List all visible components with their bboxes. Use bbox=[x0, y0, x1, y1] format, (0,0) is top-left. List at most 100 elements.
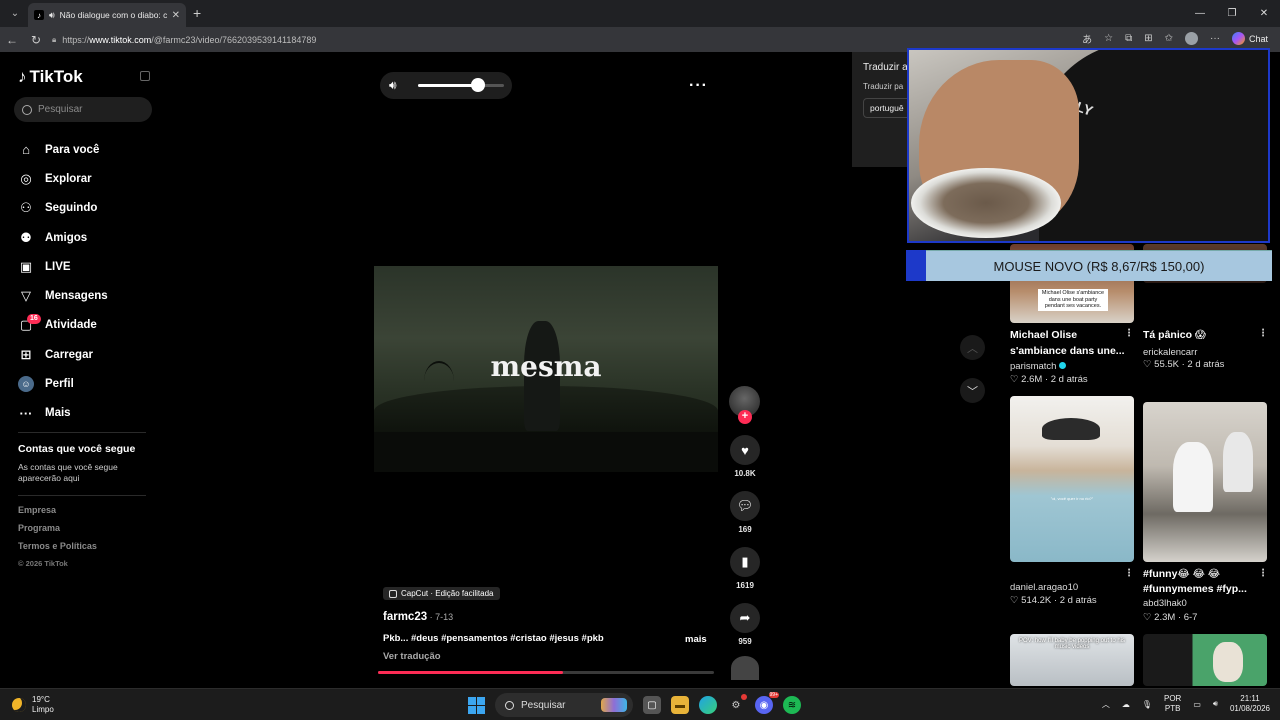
sidebar-item-mais[interactable]: ··· Mais bbox=[18, 399, 108, 428]
minimize-icon[interactable]: — bbox=[1184, 0, 1216, 27]
tray-chevron-up-icon[interactable]: ︿ bbox=[1102, 699, 1110, 710]
sidebar-item-amigos[interactable]: ⚉ Amigos bbox=[18, 223, 108, 252]
favorites-icon[interactable]: ✩ bbox=[1165, 33, 1173, 44]
card-title[interactable]: Michael Olise bbox=[1010, 328, 1077, 343]
extensions-icon[interactable]: ⧉ bbox=[1125, 33, 1132, 44]
collapse-sidebar-icon[interactable] bbox=[140, 71, 150, 81]
card-username[interactable]: abd3lhak0 bbox=[1143, 598, 1187, 609]
thumbnail-person bbox=[1173, 442, 1213, 512]
discord-icon[interactable]: ◉ 99+ bbox=[755, 692, 779, 714]
search-input[interactable]: Pesquisar bbox=[14, 97, 152, 122]
next-creator-avatar[interactable] bbox=[731, 656, 759, 680]
browser-tab[interactable]: ♪ 🔊︎ Não dialogue com o diabo: c ✕ bbox=[28, 3, 186, 27]
card-stats: ♡ 2.6M · 2 d atrás bbox=[1010, 374, 1088, 385]
lock-icon[interactable]: 🔒︎ bbox=[52, 35, 56, 45]
video-thumbnail[interactable] bbox=[1143, 634, 1267, 686]
see-translation-link[interactable]: Ver tradução bbox=[383, 651, 441, 662]
taskbar-search[interactable]: Pesquisar bbox=[495, 693, 633, 717]
file-explorer-icon[interactable]: ▬ bbox=[671, 696, 689, 714]
back-icon[interactable]: ← bbox=[0, 33, 24, 47]
tray-app-icon[interactable]: ☁ bbox=[1122, 700, 1130, 709]
sidebar-item-explorar[interactable]: ◎ Explorar bbox=[18, 164, 108, 193]
close-window-icon[interactable]: ✕ bbox=[1248, 0, 1280, 27]
card-username[interactable]: daniel.aragao10 bbox=[1010, 582, 1078, 593]
card-more-icon[interactable]: ⋮ bbox=[1258, 568, 1268, 579]
video-more-options-icon[interactable]: ··· bbox=[689, 77, 708, 95]
sidebar-item-para-voce[interactable]: ⌂ Para você bbox=[18, 135, 108, 164]
creator-avatar[interactable]: + bbox=[729, 386, 760, 424]
edge-browser-icon[interactable] bbox=[699, 696, 717, 714]
card-username[interactable]: erickalencarr bbox=[1143, 347, 1197, 358]
card-title-line2[interactable]: #funnymemes #fyp... bbox=[1143, 582, 1247, 597]
share-action[interactable]: ➦ 959 bbox=[728, 603, 762, 646]
footer-links: Empresa Programa Termos e Políticas © 20… bbox=[18, 505, 97, 577]
follow-plus-button[interactable]: + bbox=[738, 410, 752, 424]
more-description-button[interactable]: mais bbox=[685, 634, 707, 645]
volume-control[interactable]: 🔊︎ bbox=[380, 72, 512, 99]
copilot-chat-button[interactable]: Chat bbox=[1231, 32, 1268, 45]
translate-page-icon[interactable]: あ bbox=[1082, 31, 1092, 46]
like-action[interactable]: ♥ 10.8K bbox=[728, 435, 762, 478]
weather-widget[interactable]: 19°C Limpo bbox=[12, 695, 54, 715]
footer-link-termos[interactable]: Termos e Políticas bbox=[18, 541, 97, 559]
next-video-chevron-down-icon[interactable]: ﹀ bbox=[960, 378, 985, 403]
tiktok-logo[interactable]: ♪ TikTok bbox=[18, 67, 83, 87]
restore-icon[interactable]: ❐ bbox=[1216, 0, 1248, 27]
tiktok-sidebar: ♪ TikTok Pesquisar ⌂ Para você ◎ Explorar … bbox=[0, 52, 160, 686]
capcut-tag[interactable]: CapCut · Edição facilitada bbox=[383, 587, 500, 600]
video-thumbnail[interactable]: POV: how I'll baby be popping out to his… bbox=[1010, 634, 1134, 686]
sidebar-item-perfil[interactable]: ☺ Perfil bbox=[18, 369, 108, 398]
footer-link-programa[interactable]: Programa bbox=[18, 523, 97, 541]
spotify-icon[interactable]: ≋ bbox=[783, 696, 801, 714]
save-action[interactable]: ▮ 1619 bbox=[728, 547, 762, 590]
volume-slider[interactable] bbox=[418, 78, 504, 92]
card-more-icon[interactable]: ⋮ bbox=[1258, 328, 1268, 339]
bookmark-icon[interactable]: ▮ bbox=[730, 547, 760, 577]
sidebar-item-label: Mensagens bbox=[45, 290, 108, 303]
volume-icon[interactable]: 🔊︎ bbox=[389, 78, 397, 93]
new-tab-button[interactable]: + bbox=[193, 5, 201, 21]
volume-tray-icon[interactable]: 🔊︎ bbox=[1213, 699, 1218, 709]
comment-icon[interactable]: 💬︎ bbox=[730, 491, 760, 521]
comment-action[interactable]: 💬︎ 169 bbox=[728, 491, 762, 534]
footer-link-empresa[interactable]: Empresa bbox=[18, 505, 97, 523]
speaker-icon[interactable]: 🔊︎ bbox=[49, 10, 55, 21]
task-view-icon[interactable]: ▢ bbox=[643, 696, 661, 714]
microphone-icon[interactable]: 🎙︎ bbox=[1142, 700, 1152, 709]
share-icon[interactable]: ➦ bbox=[730, 603, 760, 633]
card-user[interactable]: parismatch bbox=[1010, 361, 1067, 372]
sidebar-item-carregar[interactable]: ⊞ Carregar bbox=[18, 340, 108, 369]
network-icon[interactable]: ▭ bbox=[1193, 700, 1201, 709]
clock[interactable]: 21:11 01/08/2026 bbox=[1230, 694, 1270, 714]
heart-icon[interactable]: ♥ bbox=[730, 435, 760, 465]
video-player[interactable]: mesma bbox=[374, 266, 718, 472]
reload-icon[interactable]: ↻ bbox=[24, 33, 48, 47]
video-thumbnail[interactable]: "oi, você quer ir no rio?" bbox=[1010, 396, 1134, 562]
card-title[interactable]: Tá pânico 😱 bbox=[1143, 328, 1206, 343]
language-indicator[interactable]: POR PTB bbox=[1164, 694, 1181, 714]
video-thumbnail[interactable] bbox=[1143, 402, 1267, 562]
volume-knob[interactable] bbox=[471, 78, 486, 92]
friends-icon: ⚉ bbox=[20, 229, 32, 245]
sidebar-item-seguindo[interactable]: ⚇ Seguindo bbox=[18, 194, 108, 223]
card-more-icon[interactable]: ⋮ bbox=[1124, 568, 1134, 579]
video-author[interactable]: farmc23 · 7-13 bbox=[383, 611, 453, 623]
start-windows-icon[interactable] bbox=[468, 696, 485, 714]
tab-actions-menu-icon[interactable]: ⌄ bbox=[4, 4, 26, 24]
browser-profile-avatar[interactable] bbox=[1184, 32, 1198, 45]
settings-more-icon[interactable]: ··· bbox=[1210, 33, 1220, 44]
sidebar-item-mensagens[interactable]: ▽ Mensagens bbox=[18, 281, 108, 310]
favorite-star-icon[interactable]: ☆ bbox=[1104, 33, 1113, 44]
video-progress-bar[interactable] bbox=[378, 671, 714, 674]
capture-app-icon[interactable]: ⚙ bbox=[727, 694, 747, 714]
video-description: Pkb... #deus #pensamentos #cristao #jesu… bbox=[383, 633, 604, 644]
url-field[interactable]: 🔒︎ https://www.tiktok.com/@farmc23/video… bbox=[52, 30, 1052, 49]
previous-video-chevron-up-icon[interactable]: ︿ bbox=[960, 335, 985, 360]
card-title-line2[interactable]: s'ambiance dans une... bbox=[1010, 344, 1125, 359]
card-title[interactable]: #funny😂 😂 😂 bbox=[1143, 567, 1220, 582]
card-more-icon[interactable]: ⋮ bbox=[1124, 328, 1134, 339]
sidebar-item-live[interactable]: ▣ LIVE bbox=[18, 252, 108, 281]
sidebar-item-atividade[interactable]: ▢ 16 Atividade bbox=[18, 311, 108, 340]
close-tab-icon[interactable]: ✕ bbox=[172, 10, 180, 21]
split-screen-icon[interactable]: ⊞ bbox=[1144, 33, 1152, 44]
